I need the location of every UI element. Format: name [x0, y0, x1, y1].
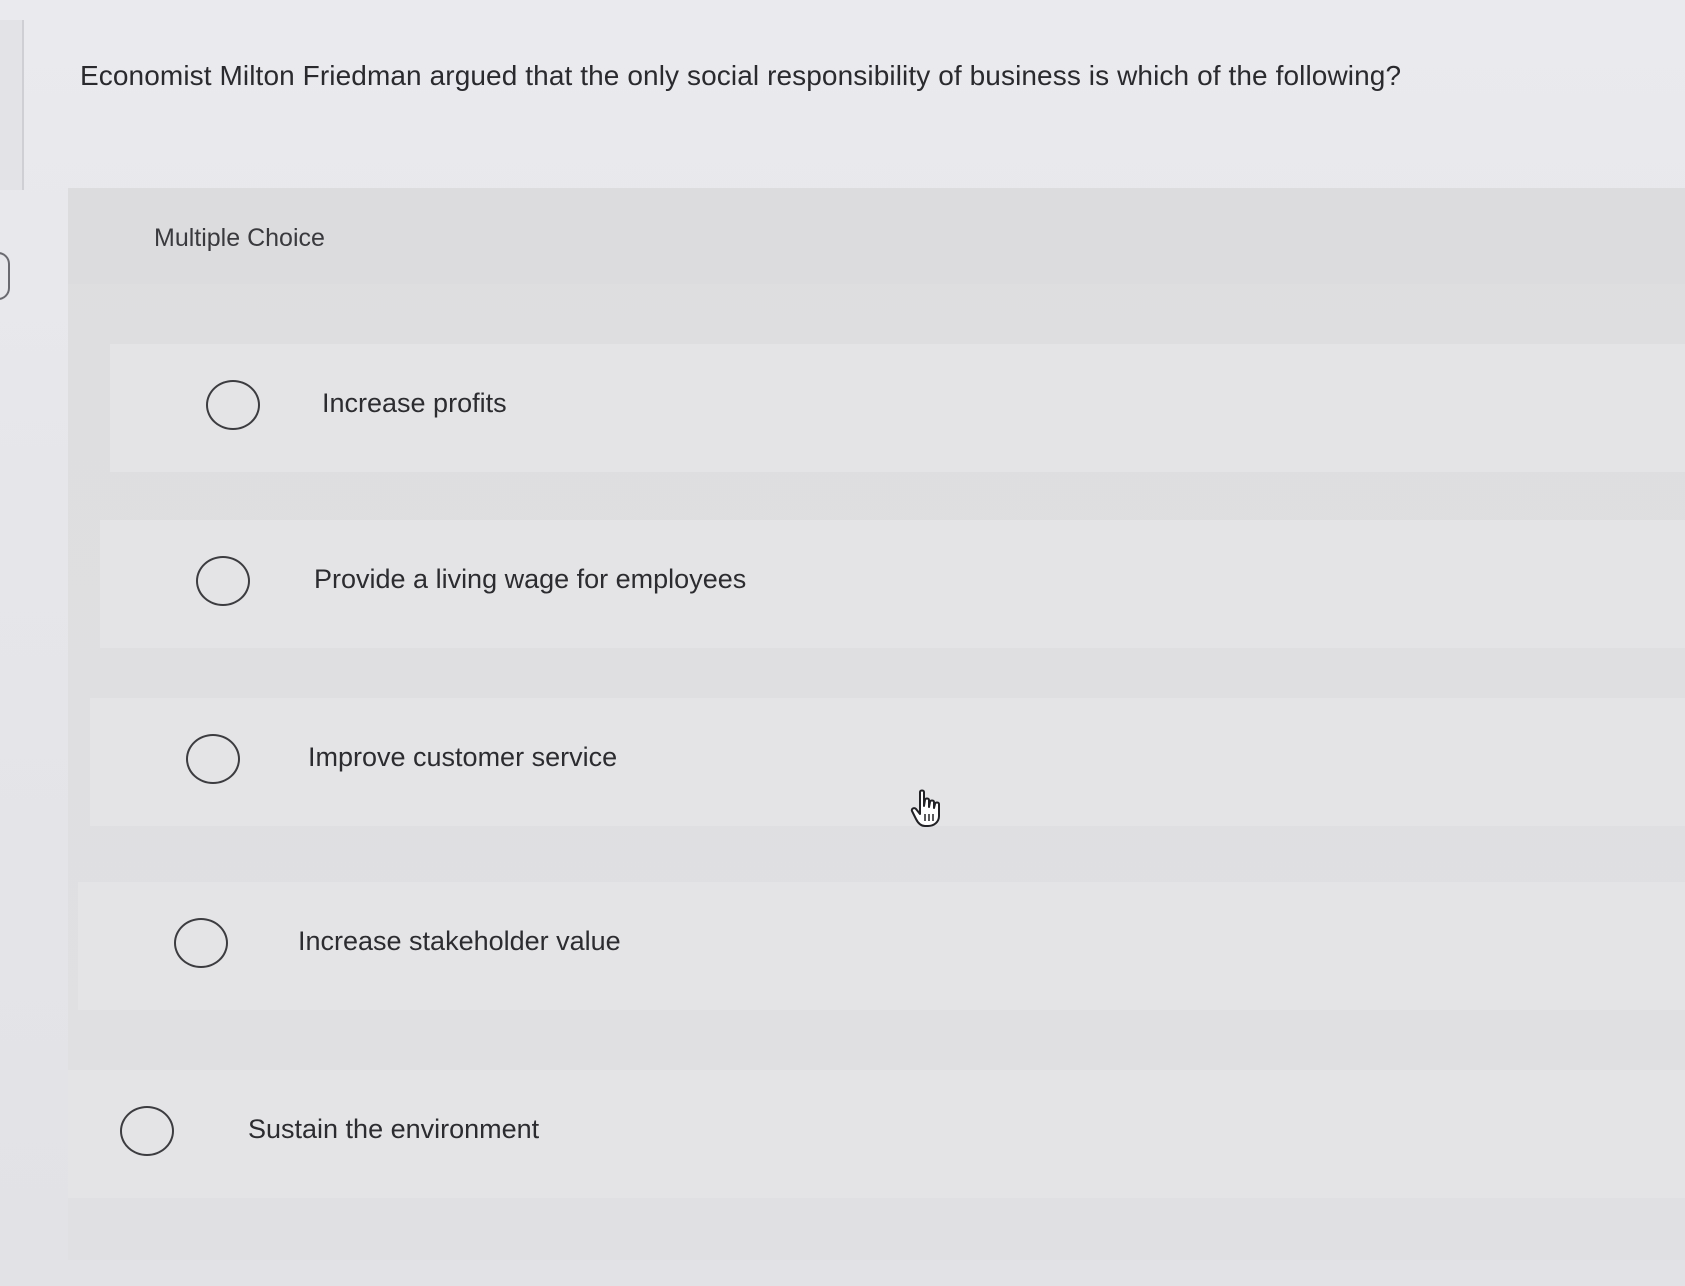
question-type-label: Multiple Choice	[154, 224, 325, 252]
radio-button-empty-icon[interactable]	[196, 556, 250, 606]
question-prompt: Economist Milton Friedman argued that th…	[80, 60, 1402, 91]
radio-button-empty-icon[interactable]	[206, 380, 260, 430]
answer-option-label: Sustain the environment	[248, 1114, 540, 1144]
radio-button-empty-icon[interactable]	[174, 918, 228, 968]
answer-option-label: Increase stakeholder value	[298, 926, 621, 956]
answer-option-2[interactable]: Provide a living wage for employees	[100, 520, 1685, 648]
panel-header: Multiple Choice	[68, 188, 1685, 284]
answer-option-label: Increase profits	[322, 388, 507, 418]
answer-option-label: Improve customer service	[308, 742, 618, 772]
side-tab-handle[interactable]	[0, 252, 10, 300]
answer-option-4[interactable]: Increase stakeholder value	[78, 882, 1685, 1010]
answer-option-label: Provide a living wage for employees	[314, 564, 747, 594]
answer-option-3[interactable]: Improve customer service	[90, 698, 1685, 826]
multiple-choice-panel: Multiple Choice Increase profits Provide…	[68, 188, 1685, 1260]
hand-pointer-icon	[910, 789, 940, 827]
radio-button-empty-icon[interactable]	[120, 1106, 174, 1156]
window-left-edge	[0, 20, 24, 190]
answer-option-5[interactable]: Sustain the environment	[68, 1070, 1685, 1198]
answer-option-1[interactable]: Increase profits	[110, 344, 1685, 472]
radio-button-empty-icon[interactable]	[186, 734, 240, 784]
